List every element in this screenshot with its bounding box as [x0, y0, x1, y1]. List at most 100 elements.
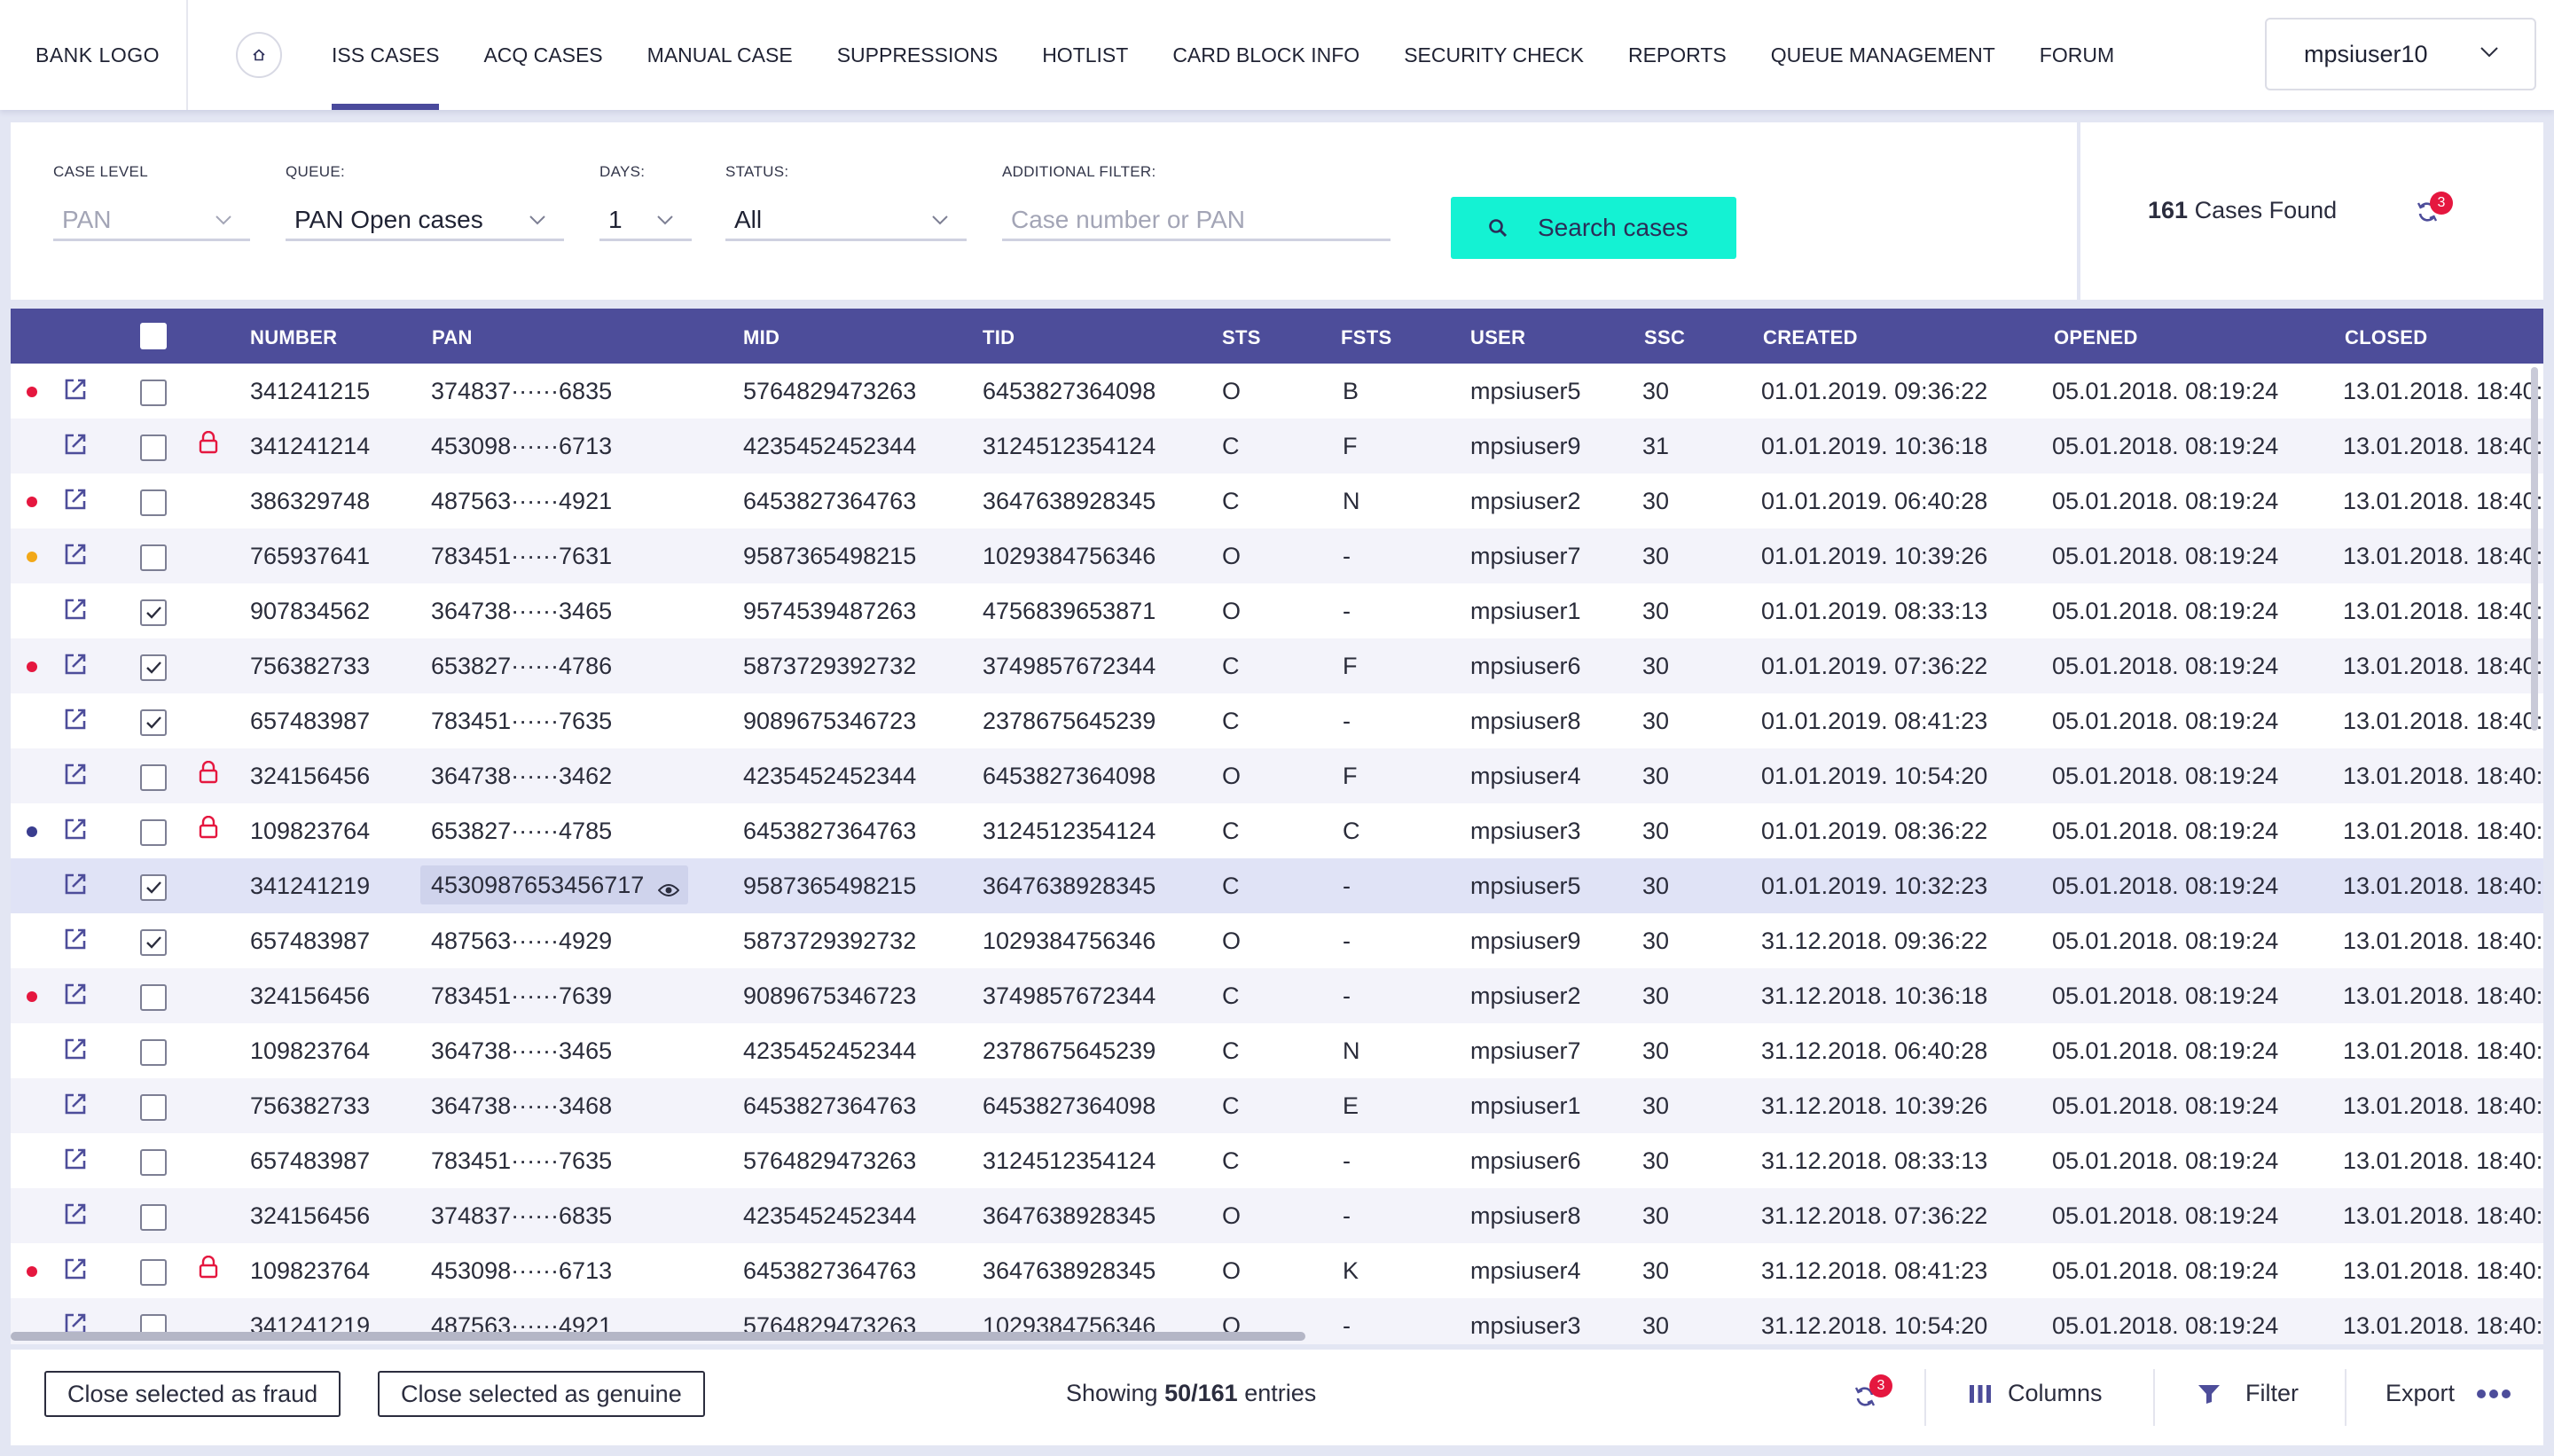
footer-refresh-button[interactable]: 3	[1850, 1373, 1894, 1417]
case-number-cell[interactable]: 109823764	[250, 818, 370, 845]
table-row[interactable]: 487563······4929 657483987 5873729392732 10…	[11, 913, 2543, 968]
table-row[interactable]: 783451······7635 657483987 9089675346723 23…	[11, 693, 2543, 748]
open-case-icon[interactable]	[64, 1257, 87, 1287]
row-checkbox[interactable]	[140, 654, 167, 681]
pan-cell[interactable]: 783451······7631	[431, 543, 612, 570]
row-checkbox[interactable]	[140, 1149, 167, 1176]
case-number-cell[interactable]: 657483987	[250, 1147, 370, 1175]
col-ssc[interactable]: SSC	[1644, 326, 1685, 349]
row-checkbox[interactable]	[140, 984, 167, 1011]
row-checkbox[interactable]	[140, 599, 167, 626]
col-number[interactable]: NUMBER	[250, 326, 337, 349]
case-number-cell[interactable]: 341241215	[250, 378, 370, 405]
open-case-icon[interactable]	[64, 708, 87, 737]
filter-button[interactable]: Filter	[2198, 1380, 2299, 1407]
open-case-icon[interactable]	[64, 543, 87, 572]
row-checkbox[interactable]	[140, 764, 167, 791]
col-tid[interactable]: TID	[983, 326, 1015, 349]
open-case-icon[interactable]	[64, 653, 87, 682]
table-row[interactable]: 4530987653456717 341241219 9587365498215 36…	[11, 858, 2543, 913]
pan-cell[interactable]: 783451······7635	[431, 1147, 612, 1175]
pan-cell[interactable]: 783451······7635	[431, 708, 612, 735]
table-row[interactable]: 364738······3465 109823764 4235452452344 23…	[11, 1023, 2543, 1078]
open-case-icon[interactable]	[64, 1037, 87, 1067]
col-user[interactable]: USER	[1470, 326, 1525, 349]
row-checkbox[interactable]	[140, 1204, 167, 1231]
open-case-icon[interactable]	[64, 1092, 87, 1122]
pan-cell[interactable]: 487563······4921	[431, 488, 612, 515]
table-row[interactable]: 374837······6835 324156456 4235452452344 36…	[11, 1188, 2543, 1243]
case-number-cell[interactable]: 324156456	[250, 763, 370, 790]
table-row[interactable]: 374837······6835 341241215 5764829473263 64…	[11, 364, 2543, 419]
row-checkbox[interactable]	[140, 929, 167, 956]
row-checkbox[interactable]	[140, 819, 167, 846]
open-case-icon[interactable]	[64, 873, 87, 902]
pan-cell[interactable]: 364738······3468	[431, 1092, 612, 1120]
pan-cell[interactable]: 374837······6835	[431, 378, 612, 405]
close-as-fraud-button[interactable]: Close selected as fraud	[44, 1371, 341, 1417]
case-number-cell[interactable]: 109823764	[250, 1257, 370, 1285]
close-as-genuine-button[interactable]: Close selected as genuine	[378, 1371, 705, 1417]
table-row[interactable]: 453098······6713 109823764 6453827364763 36…	[11, 1243, 2543, 1298]
refresh-button[interactable]: 3	[2412, 192, 2453, 227]
eye-icon[interactable]	[657, 877, 680, 904]
pan-cell[interactable]: 453098······6713	[431, 1257, 612, 1285]
case-number-cell[interactable]: 324156456	[250, 982, 370, 1010]
open-case-icon[interactable]	[64, 378, 87, 407]
nav-item-acq-cases[interactable]: ACQ CASES	[483, 0, 602, 110]
nav-item-hotlist[interactable]: HOTLIST	[1042, 0, 1128, 110]
nav-item-suppressions[interactable]: SUPPRESSIONS	[837, 0, 999, 110]
col-sts[interactable]: STS	[1222, 326, 1261, 349]
table-row[interactable]: 364738······3462 324156456 4235452452344 64…	[11, 748, 2543, 803]
columns-button[interactable]: Columns	[1969, 1380, 2103, 1407]
horizontal-scrollbar[interactable]	[11, 1332, 1305, 1341]
open-case-icon[interactable]	[64, 488, 87, 517]
open-case-icon[interactable]	[64, 1202, 87, 1232]
col-fsts[interactable]: FSTS	[1341, 326, 1391, 349]
select-all-checkbox[interactable]	[140, 323, 167, 349]
case-number-cell[interactable]: 657483987	[250, 928, 370, 955]
case-number-cell[interactable]: 756382733	[250, 653, 370, 680]
pan-revealed[interactable]: 4530987653456717	[420, 865, 689, 904]
case-number-cell[interactable]: 109823764	[250, 1037, 370, 1065]
row-checkbox[interactable]	[140, 709, 167, 736]
table-row[interactable]: 453098······6713 341241214 4235452452344 31…	[11, 419, 2543, 474]
vertical-scrollbar[interactable]	[2531, 367, 2538, 731]
pan-cell[interactable]: 653827······4786	[431, 653, 612, 680]
pan-cell[interactable]: 487563······4929	[431, 928, 612, 955]
open-case-icon[interactable]	[64, 433, 87, 462]
pan-cell[interactable]: 374837······6835	[431, 1202, 612, 1230]
nav-item-iss-cases[interactable]: ISS CASES	[332, 0, 440, 110]
col-closed[interactable]: CLOSED	[2345, 326, 2427, 349]
nav-item-forum[interactable]: FORUM	[2040, 0, 2114, 110]
table-row[interactable]: 783451······7635 657483987 5764829473263 31…	[11, 1133, 2543, 1188]
home-button[interactable]	[236, 32, 282, 78]
open-case-icon[interactable]	[64, 1147, 87, 1177]
bank-logo[interactable]: BANK LOGO	[0, 0, 188, 110]
pan-cell[interactable]: 783451······7639	[431, 982, 612, 1010]
search-cases-button[interactable]: Search cases	[1451, 197, 1736, 259]
row-checkbox[interactable]	[140, 1259, 167, 1286]
table-row[interactable]: 783451······7639 324156456 9089675346723 37…	[11, 968, 2543, 1023]
pan-cell[interactable]: 364738······3465	[431, 1037, 612, 1065]
case-number-cell[interactable]: 341241219	[250, 873, 370, 900]
nav-item-queue-management[interactable]: QUEUE MANAGEMENT	[1771, 0, 1995, 110]
row-checkbox[interactable]	[140, 874, 167, 901]
open-case-icon[interactable]	[64, 982, 87, 1012]
user-dropdown[interactable]: mpsiuser10	[2265, 18, 2536, 90]
days-select[interactable]: 1	[599, 200, 692, 241]
status-select[interactable]: All	[725, 200, 967, 241]
col-created[interactable]: CREATED	[1763, 326, 1858, 349]
row-checkbox[interactable]	[140, 1094, 167, 1121]
pan-cell[interactable]: 453098······6713	[431, 433, 612, 460]
row-checkbox[interactable]	[140, 1039, 167, 1066]
case-number-cell[interactable]: 657483987	[250, 708, 370, 735]
row-checkbox[interactable]	[140, 489, 167, 516]
table-row[interactable]: 653827······4785 109823764 6453827364763 31…	[11, 803, 2543, 858]
col-opened[interactable]: OPENED	[2054, 326, 2138, 349]
queue-select[interactable]: PAN Open cases	[286, 200, 564, 241]
row-checkbox[interactable]	[140, 544, 167, 571]
nav-item-card-block-info[interactable]: CARD BLOCK INFO	[1172, 0, 1359, 110]
case-number-cell[interactable]: 756382733	[250, 1092, 370, 1120]
case-number-cell[interactable]: 907834562	[250, 598, 370, 625]
